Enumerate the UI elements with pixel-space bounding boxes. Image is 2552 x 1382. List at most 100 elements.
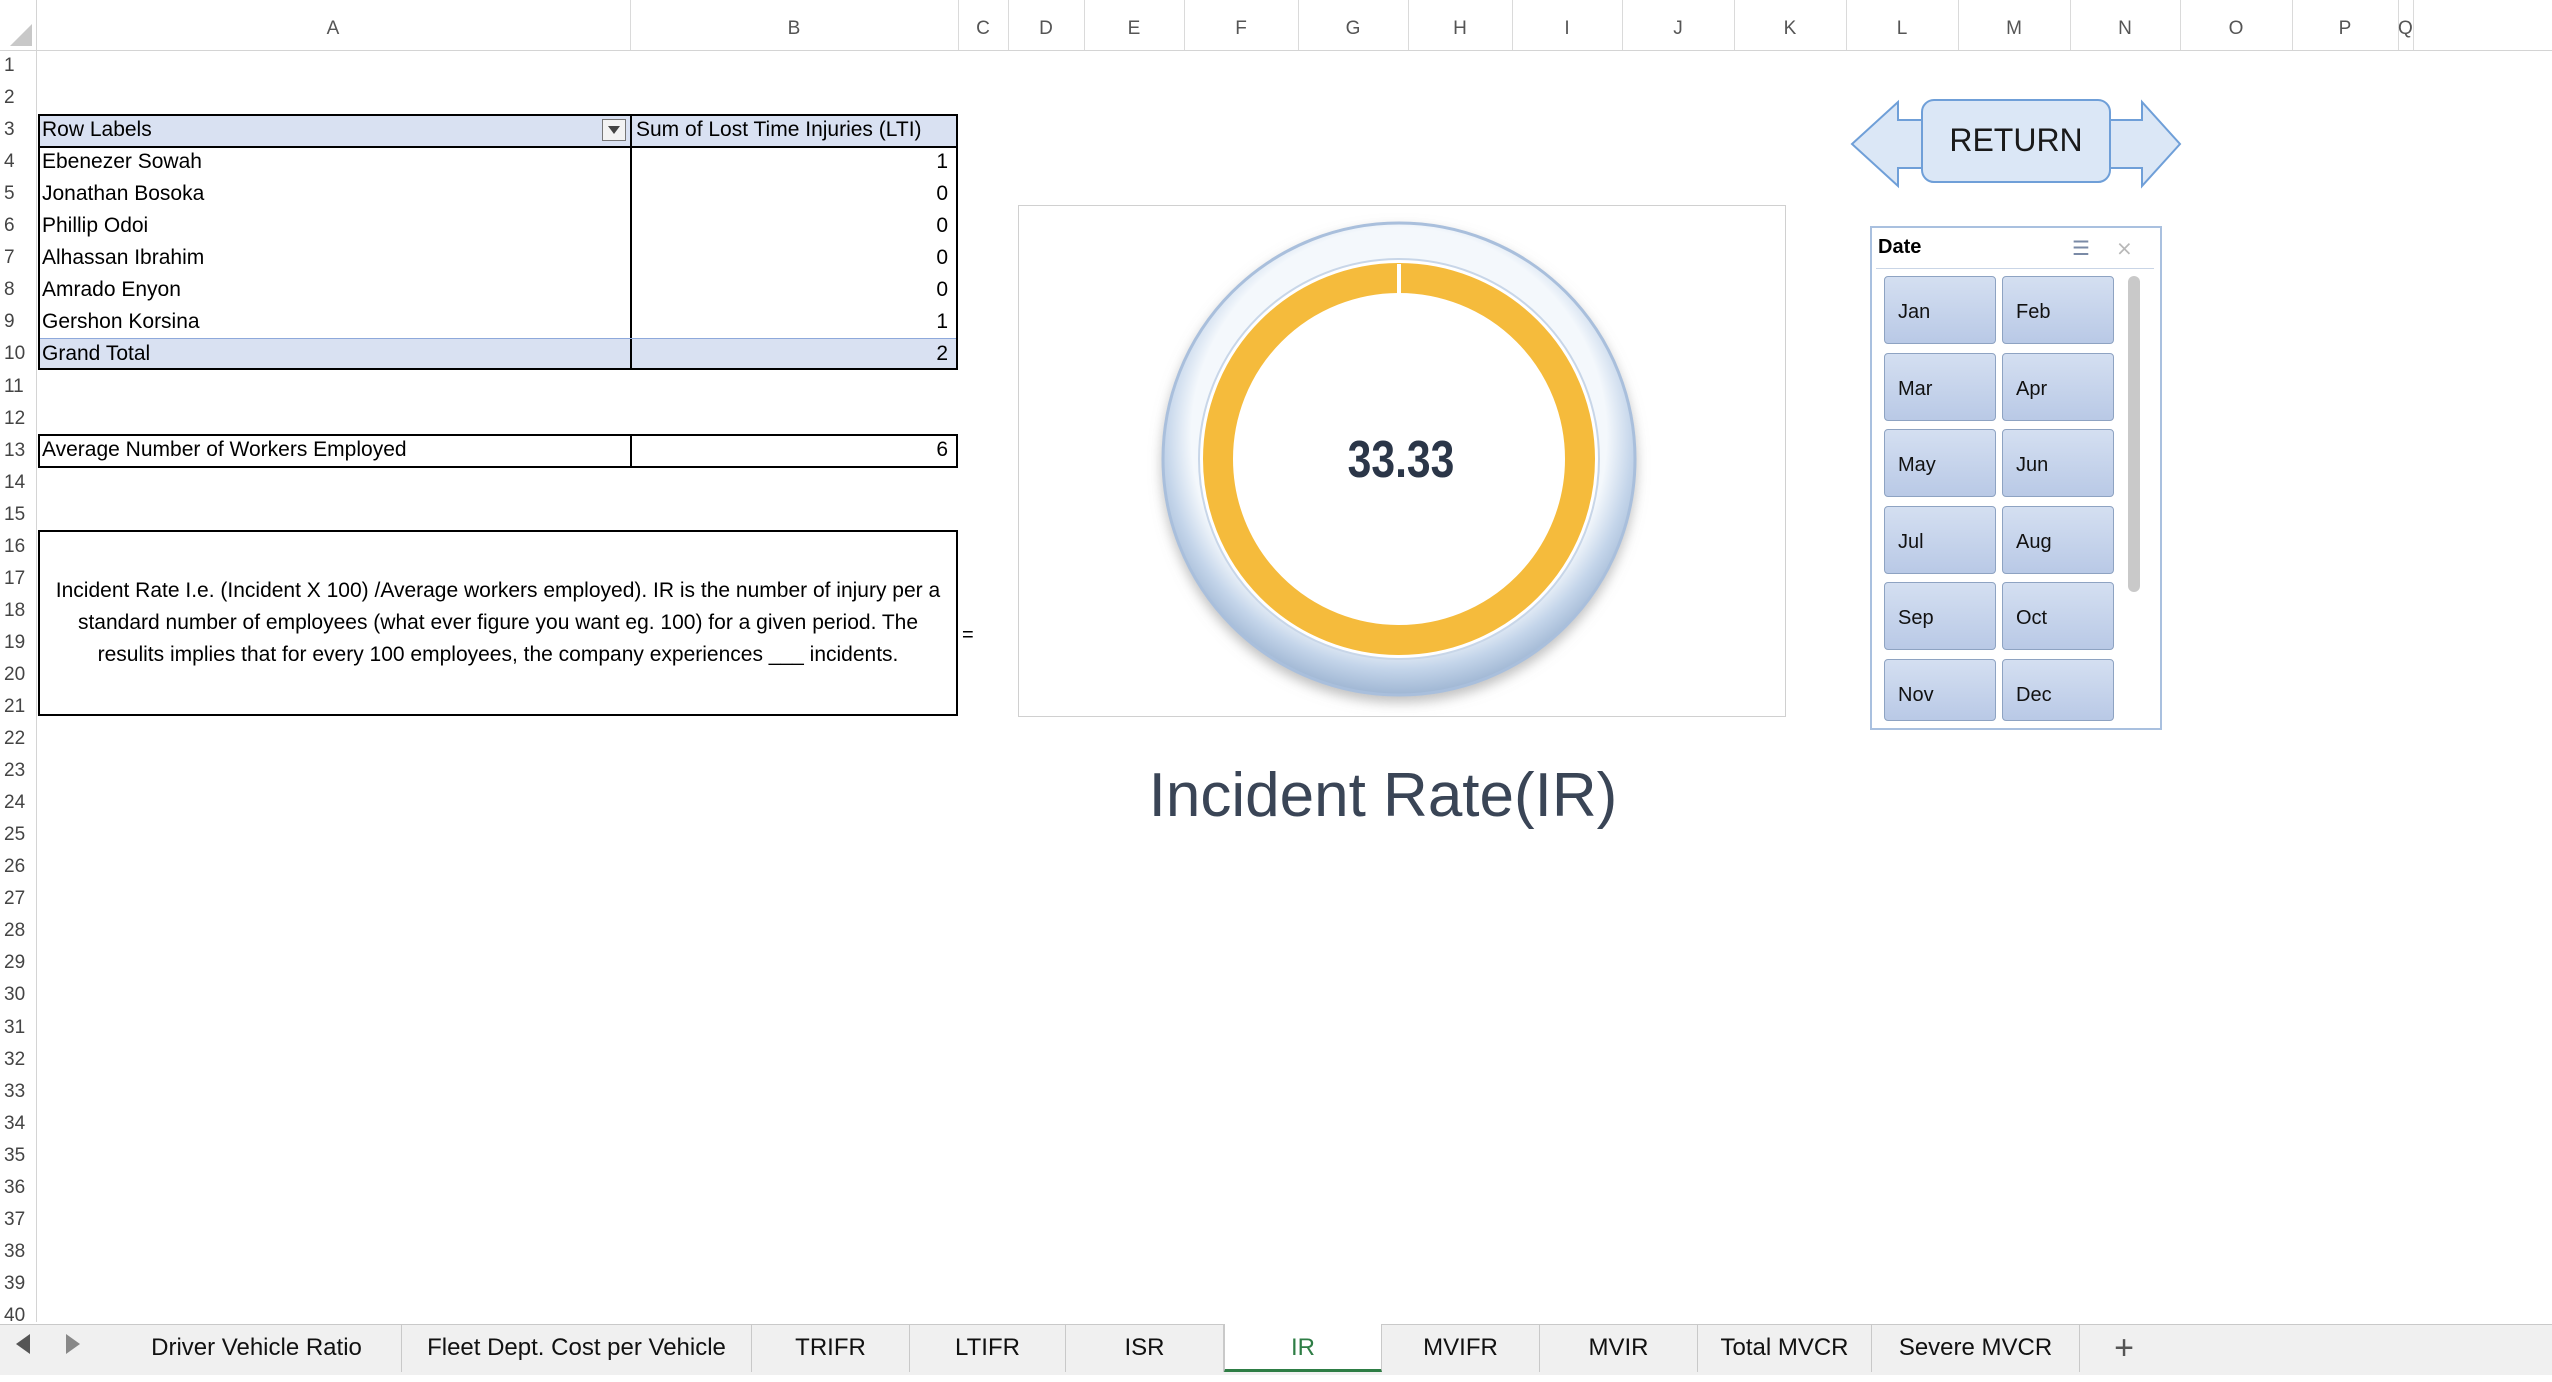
sheet-tab-mvir[interactable]: MVIR	[1540, 1324, 1698, 1372]
column-header-n[interactable]: N	[2070, 0, 2181, 50]
column-header-m[interactable]: M	[1958, 0, 2071, 50]
pivot-header-value: Sum of Lost Time Injuries (LTI)	[636, 118, 922, 141]
pivot-row-name: Phillip Odoi	[42, 214, 149, 237]
slicer-item-dec[interactable]: Dec	[2002, 658, 2114, 721]
sheet-tab-ltifr[interactable]: LTIFR	[910, 1324, 1066, 1372]
column-header-i[interactable]: I	[1512, 0, 1623, 50]
column-header-o[interactable]: O	[2180, 0, 2293, 50]
return-button[interactable]: RETURN	[1922, 122, 2110, 159]
row-header-8[interactable]: 8	[0, 279, 36, 301]
row-header-36[interactable]: 36	[0, 1177, 36, 1199]
row-header-37[interactable]: 37	[0, 1209, 36, 1231]
slicer-item-jun[interactable]: Jun	[2002, 429, 2114, 497]
row-header-32[interactable]: 32	[0, 1049, 36, 1071]
next-sheet-icon[interactable]	[66, 1334, 80, 1354]
slicer-item-apr[interactable]: Apr	[2002, 352, 2114, 421]
column-header-l[interactable]: L	[1846, 0, 1959, 50]
row-header-5[interactable]: 5	[0, 183, 36, 205]
row-header-22[interactable]: 22	[0, 728, 36, 750]
column-header-h[interactable]: H	[1408, 0, 1513, 50]
row-header-29[interactable]: 29	[0, 952, 36, 974]
row-header-18[interactable]: 18	[0, 600, 36, 622]
slicer-item-aug[interactable]: Aug	[2002, 505, 2114, 574]
row-header-4[interactable]: 4	[0, 151, 36, 173]
row-header-23[interactable]: 23	[0, 760, 36, 782]
pivot-row-name: Alhassan Ibrahim	[42, 246, 205, 269]
filter-dropdown-icon[interactable]	[602, 119, 626, 141]
sheet-tab-mvifr[interactable]: MVIFR	[1382, 1324, 1540, 1372]
note-equals: =	[962, 624, 974, 646]
row-header-14[interactable]: 14	[0, 472, 36, 494]
slicer-item-jul[interactable]: Jul	[1884, 505, 1996, 574]
row-header-24[interactable]: 24	[0, 792, 36, 814]
column-header-e[interactable]: E	[1084, 0, 1185, 50]
sheet-tab-isr[interactable]: ISR	[1066, 1324, 1224, 1372]
row-header-13[interactable]: 13	[0, 440, 36, 462]
row-header-21[interactable]: 21	[0, 696, 36, 718]
slicer-item-oct[interactable]: Oct	[2002, 582, 2114, 650]
row-header-12[interactable]: 12	[0, 408, 36, 430]
column-header-a[interactable]: A	[36, 0, 631, 50]
sheet-tab-total-mvcr[interactable]: Total MVCR	[1698, 1324, 1872, 1372]
row-header-25[interactable]: 25	[0, 824, 36, 846]
incident-rate-note[interactable]: Incident Rate I.e. (Incident X 100) /Ave…	[38, 530, 958, 716]
row-header-31[interactable]: 31	[0, 1017, 36, 1039]
row-header-27[interactable]: 27	[0, 888, 36, 910]
row-header-39[interactable]: 39	[0, 1273, 36, 1295]
row-header-20[interactable]: 20	[0, 664, 36, 686]
row-header-28[interactable]: 28	[0, 920, 36, 942]
date-slicer[interactable]: Date ☰ ⨯ Jan Feb Mar Apr May Jun Jul Aug Sep Oct N…	[1870, 226, 2162, 730]
slicer-item-mar[interactable]: Mar	[1884, 352, 1996, 421]
slicer-item-may[interactable]: May	[1884, 429, 1996, 497]
row-header-2[interactable]: 2	[0, 87, 36, 109]
sheet-tab-driver-vehicle-ratio[interactable]: Driver Vehicle Ratio	[112, 1324, 402, 1372]
slicer-item-jan[interactable]: Jan	[1884, 276, 1996, 344]
row-header-1[interactable]: 1	[0, 55, 36, 77]
row-header-11[interactable]: 11	[0, 376, 36, 398]
sheet-tab-severe-mvcr[interactable]: Severe MVCR	[1872, 1324, 2080, 1372]
prev-sheet-icon[interactable]	[16, 1334, 30, 1354]
row-header-30[interactable]: 30	[0, 984, 36, 1006]
row-header-3[interactable]: 3	[0, 119, 36, 141]
slicer-item-sep[interactable]: Sep	[1884, 582, 1996, 650]
row-header-35[interactable]: 35	[0, 1145, 36, 1167]
sheet-tab-ir[interactable]: IR	[1224, 1324, 1382, 1372]
column-header-q[interactable]: Q	[2398, 0, 2414, 50]
row-header-26[interactable]: 26	[0, 856, 36, 878]
slicer-item-feb[interactable]: Feb	[2002, 276, 2114, 344]
pivot-row-value: 0	[936, 278, 948, 301]
slicer-item-nov[interactable]: Nov	[1884, 658, 1996, 721]
column-header-j[interactable]: J	[1622, 0, 1735, 50]
slicer-scrollbar[interactable]	[2128, 276, 2140, 592]
row-header-15[interactable]: 15	[0, 504, 36, 526]
row-header-17[interactable]: 17	[0, 568, 36, 590]
column-header-d[interactable]: D	[1008, 0, 1085, 50]
pivot-row-value: 1	[936, 150, 948, 173]
column-header-k[interactable]: K	[1734, 0, 1847, 50]
clear-filter-icon[interactable]: ⨯	[2116, 236, 2142, 260]
row-header-16[interactable]: 16	[0, 536, 36, 558]
row-header-19[interactable]: 19	[0, 632, 36, 654]
pivot-row-value: 1	[936, 310, 948, 333]
pivot-row-value: 0	[936, 214, 948, 237]
chart-title: Incident Rate(IR)	[1148, 761, 1618, 830]
select-all-corner[interactable]	[0, 0, 37, 50]
row-header-6[interactable]: 6	[0, 215, 36, 237]
pivot-row-name: Gershon Korsina	[42, 310, 200, 333]
column-header-g[interactable]: G	[1298, 0, 1409, 50]
multi-select-icon[interactable]: ☰	[2072, 236, 2098, 260]
row-header-9[interactable]: 9	[0, 311, 36, 333]
column-header-p[interactable]: P	[2292, 0, 2399, 50]
sheet-tab-fleet-dept-cost-per-vehicle[interactable]: Fleet Dept. Cost per Vehicle	[402, 1324, 752, 1372]
sheet-tab-trifr[interactable]: TRIFR	[752, 1324, 910, 1372]
column-header-b[interactable]: B	[630, 0, 959, 50]
add-sheet-button[interactable]: +	[2094, 1324, 2154, 1372]
row-header-7[interactable]: 7	[0, 247, 36, 269]
row-header-33[interactable]: 33	[0, 1081, 36, 1103]
pivot-row-value: 0	[936, 182, 948, 205]
column-header-c[interactable]: C	[958, 0, 1009, 50]
row-header-38[interactable]: 38	[0, 1241, 36, 1263]
row-header-10[interactable]: 10	[0, 343, 36, 365]
row-header-34[interactable]: 34	[0, 1113, 36, 1135]
column-header-f[interactable]: F	[1184, 0, 1299, 50]
